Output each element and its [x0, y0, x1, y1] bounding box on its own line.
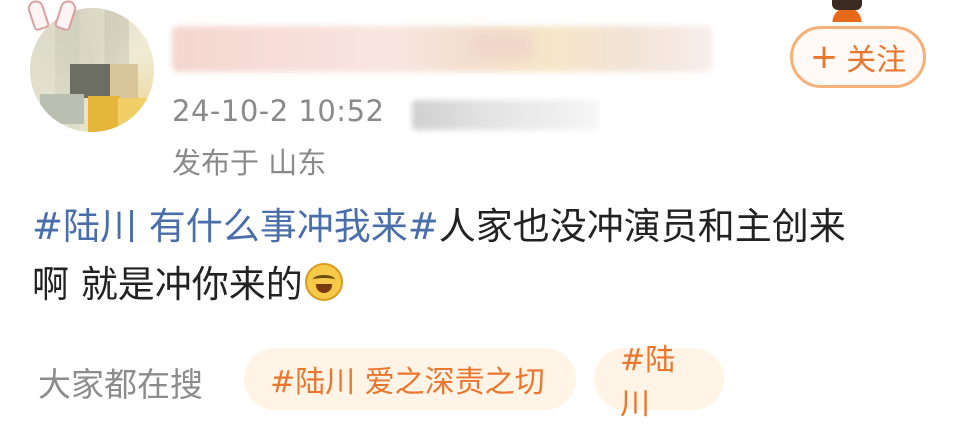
username-blurred[interactable]	[172, 26, 712, 72]
trending-search-label: 大家都在搜	[38, 365, 203, 404]
post-location: 发布于 山东	[172, 146, 327, 180]
post-timestamp: 24-10-2 10:52	[172, 94, 385, 128]
search-chip-2[interactable]: #陆川	[594, 343, 724, 422]
post-text-line1: 人家也没冲演员和主创来	[438, 205, 846, 248]
follow-button[interactable]: + 关注	[790, 26, 926, 88]
source-blurred	[412, 100, 598, 130]
plus-icon: +	[809, 37, 839, 77]
post-text-line2: 啊 就是冲你来的	[32, 263, 303, 306]
bunny-ears-decoration	[25, 0, 79, 32]
follow-label: 关注	[846, 43, 907, 78]
post-content: #陆川 有什么事冲我来#人家也没冲演员和主创来 啊 就是冲你来的	[32, 198, 922, 314]
pendant-decoration-icon	[812, 0, 882, 22]
post-hashtag[interactable]: #陆川 有什么事冲我来#	[32, 205, 439, 248]
search-chip-1[interactable]: #陆川 爱之深责之切	[244, 348, 576, 410]
laughing-crying-emoji-icon	[304, 263, 343, 301]
